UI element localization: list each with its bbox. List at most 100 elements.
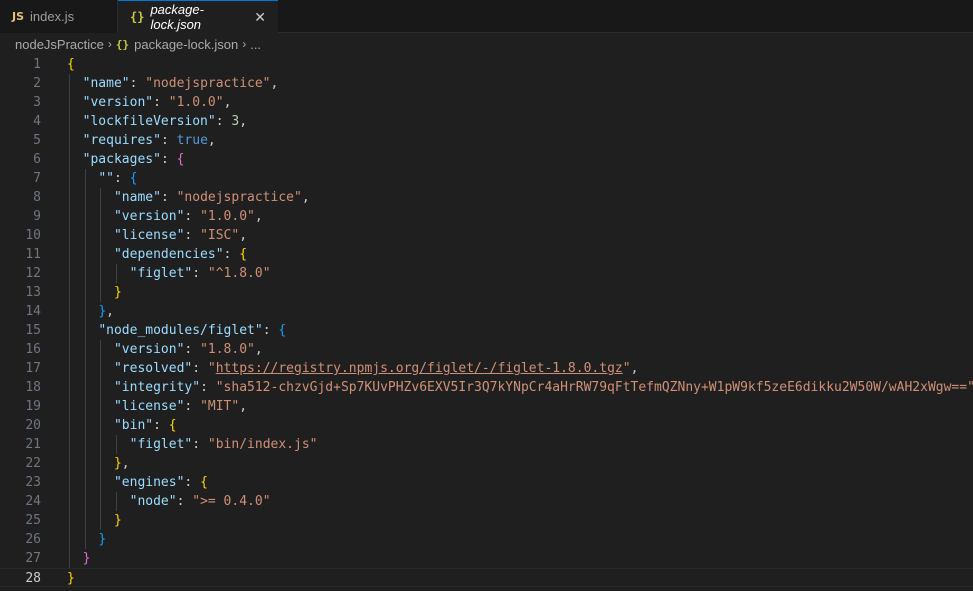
code-token: } [113, 513, 122, 528]
code-token: , [121, 456, 130, 471]
indent-guide [100, 435, 102, 454]
code-line[interactable]: 16 "version": "1.8.0", [0, 340, 973, 359]
code-text: "license": "ISC", [114, 226, 247, 245]
breadcrumb-folder[interactable]: nodeJsPractice [15, 37, 104, 52]
code-line[interactable]: 17 "resolved": "https://registry.npmjs.or… [0, 359, 973, 378]
code-line[interactable]: 22}, [0, 454, 973, 473]
line-number: 23 [25, 475, 41, 490]
indent-guide [69, 340, 70, 359]
line-number: 25 [25, 513, 41, 528]
code-line[interactable]: 4 "lockfileVersion": 3, [0, 112, 973, 131]
url-link[interactable]: https://registry.npmjs.org/figlet/-/figl… [216, 361, 623, 376]
indent-guide [84, 530, 86, 549]
code-line[interactable]: 7 "": { [0, 169, 973, 188]
code-token: } [98, 532, 107, 547]
tab-index-js[interactable]: JS index.js [0, 0, 118, 33]
code-token: "name" [82, 76, 130, 91]
code-text: "name": "nodejspractice", [83, 74, 279, 93]
code-line[interactable]: 1{ [0, 55, 973, 74]
code-token: "packages" [82, 152, 161, 167]
chevron-right-icon: › [242, 37, 247, 51]
code-text: "version": "1.8.0", [114, 340, 263, 359]
code-line[interactable]: 11 "dependencies": { [0, 245, 973, 264]
breadcrumb: nodeJsPractice › {} package-lock.json › … [0, 33, 973, 55]
tab-label: index.js [30, 9, 75, 24]
code-token: } [113, 456, 122, 471]
code-line[interactable]: 10 "license": "ISC", [0, 226, 973, 245]
code-text: } [114, 511, 122, 530]
code-line[interactable]: 2 "name": "nodejspractice", [0, 74, 973, 93]
line-number: 19 [25, 399, 41, 414]
code-token: : [184, 399, 201, 414]
code-token: , [223, 95, 232, 110]
line-number: 4 [33, 114, 41, 129]
code-token: "dependencies" [113, 247, 224, 262]
code-line[interactable]: 28} [0, 568, 973, 587]
code-token: "figlet" [129, 437, 193, 452]
line-number: 5 [33, 133, 41, 148]
code-line[interactable]: 23 "engines": { [0, 473, 973, 492]
code-text: }, [98, 302, 114, 321]
indent-guide [84, 245, 86, 264]
code-token: , [254, 342, 263, 357]
code-token: , [207, 133, 216, 148]
tab-package-lock-json[interactable]: {} package-lock.json ✕ [118, 0, 278, 33]
code-token: "" [98, 171, 114, 186]
indent-guide [100, 416, 102, 435]
indent-guide [84, 340, 86, 359]
code-token: : [184, 209, 201, 224]
code-line[interactable]: 13} [0, 283, 973, 302]
line-number: 14 [25, 304, 41, 319]
indent-guide [69, 397, 70, 416]
close-icon[interactable]: ✕ [254, 9, 266, 26]
code-token: : [223, 247, 240, 262]
code-token: { [239, 247, 248, 262]
line-number: 13 [25, 285, 41, 300]
code-token: , [301, 190, 310, 205]
code-line[interactable]: 5 "requires": true, [0, 131, 973, 150]
indent-guide [69, 359, 70, 378]
code-line[interactable]: 6 "packages": { [0, 150, 973, 169]
code-text: "packages": { [83, 150, 185, 169]
code-token: : [192, 266, 208, 281]
code-text: "": { [98, 169, 137, 188]
code-token: "1.0.0" [200, 209, 255, 224]
code-editor[interactable]: 1{2 "name": "nodejspractice", 3 "version": … [0, 55, 973, 591]
code-token: , [239, 228, 248, 243]
line-number: 12 [25, 266, 41, 281]
code-line[interactable]: 15 "node_modules/figlet": { [0, 321, 973, 340]
line-number: 8 [33, 190, 41, 205]
code-line[interactable]: 27} [0, 549, 973, 568]
indent-guide [84, 416, 86, 435]
code-token: } [67, 571, 75, 586]
code-line[interactable]: 24 "node": ">= 0.4.0" [0, 492, 973, 511]
code-line[interactable]: 26} [0, 530, 973, 549]
code-token: { [168, 418, 177, 433]
code-line[interactable]: 25} [0, 511, 973, 530]
code-line[interactable]: 9 "version": "1.0.0", [0, 207, 973, 226]
indent-guide [100, 264, 102, 283]
code-token: , [254, 209, 263, 224]
code-line[interactable]: 18 "integrity": "sha512-chzvGjd+Sp7KUvPHZ… [0, 378, 973, 397]
line-number: 15 [25, 323, 41, 338]
code-line[interactable]: 3 "version": "1.0.0", [0, 93, 973, 112]
indent-guide [100, 378, 102, 397]
indent-guide [100, 207, 102, 226]
indent-guide [84, 511, 86, 530]
code-token: "license" [113, 228, 185, 243]
breadcrumb-file[interactable]: package-lock.json [134, 37, 238, 52]
indent-guide [84, 226, 86, 245]
code-token: true [176, 133, 208, 148]
code-line[interactable]: 19 "license": "MIT", [0, 397, 973, 416]
code-token: , [239, 399, 248, 414]
code-line[interactable]: 20 "bin": { [0, 416, 973, 435]
code-line[interactable]: 21 "figlet": "bin/index.js" [0, 435, 973, 454]
code-line[interactable]: 12 "figlet": "^1.8.0" [0, 264, 973, 283]
code-text: } [114, 283, 122, 302]
code-line[interactable]: 14}, [0, 302, 973, 321]
code-line[interactable]: 8 "name": "nodejspractice", [0, 188, 973, 207]
indent-guide [84, 169, 86, 188]
indent-guide [69, 530, 70, 549]
breadcrumb-more[interactable]: ... [250, 37, 261, 52]
json-file-icon: {} [115, 37, 130, 51]
